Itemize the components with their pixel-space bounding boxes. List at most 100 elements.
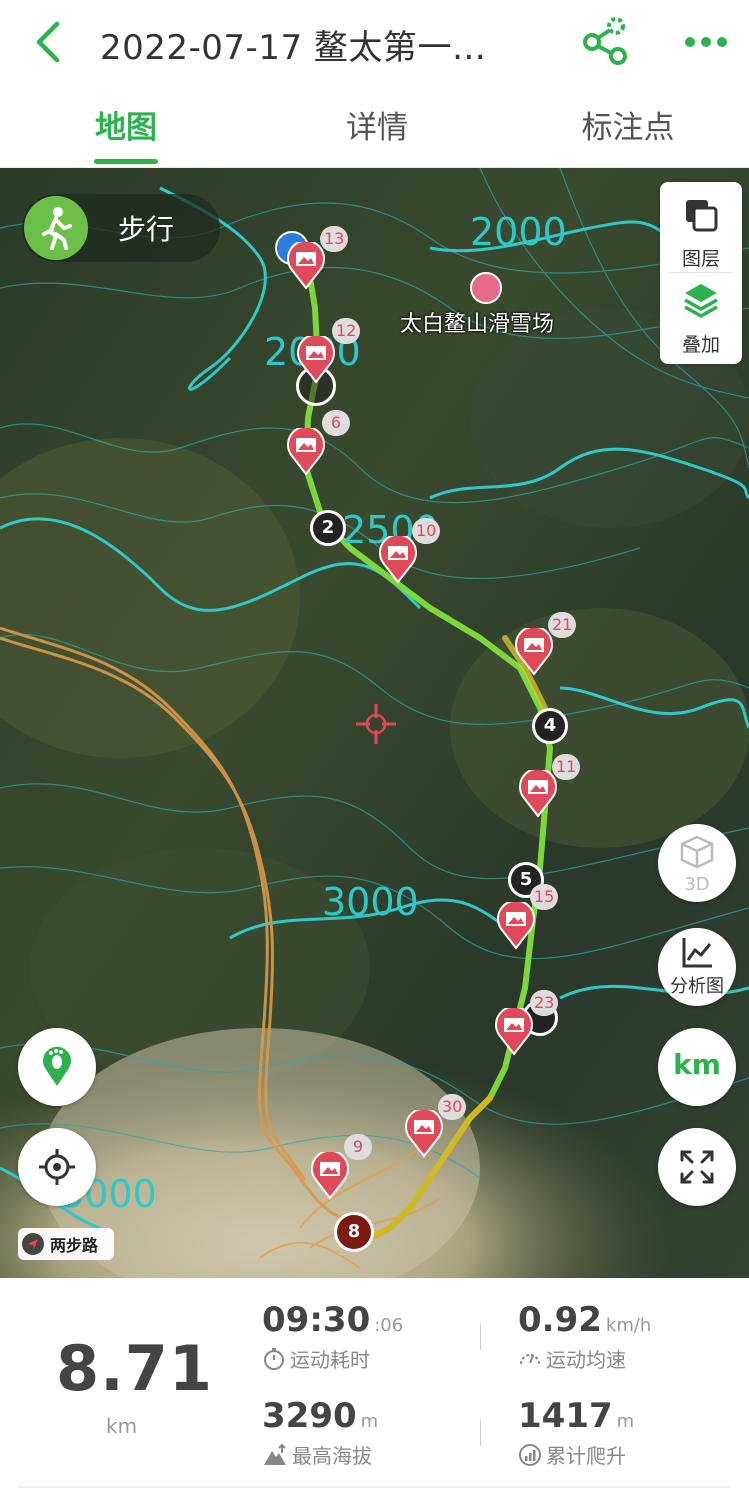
divider [480,1420,481,1446]
mountain-peak-icon [264,1443,286,1465]
duration-value: 09:30 [262,1300,371,1340]
end-km-marker[interactable]: 8 [334,1212,374,1252]
analysis-chart-button[interactable]: 分析图 [658,928,736,1006]
locate-me-button[interactable] [18,1128,96,1206]
3d-label: 3D [684,874,710,895]
activity-mode-label: 步行 [118,213,175,246]
photo-marker[interactable] [378,533,418,584]
footprint-pin-icon [43,1046,71,1086]
footprint-button[interactable] [18,1028,96,1106]
max-altitude-value: 3290 [262,1396,357,1436]
tab-markers[interactable]: 标注点 [528,88,728,168]
walking-person-icon [24,196,88,260]
total-climb-unit: m [616,1411,635,1432]
tab-details[interactable]: 详情 [277,88,477,168]
poi-label[interactable]: 太白鳌山滑雪场 [400,306,554,338]
total-climb-stat: 1417 m 累计爬升 [518,1396,634,1469]
back-button[interactable] [26,18,70,66]
total-distance-unit: km [106,1414,138,1438]
photo-count-badge: 13 [320,226,349,252]
ski-resort-icon[interactable] [470,272,502,304]
max-altitude-stat: 3290 m 最高海拔 [262,1396,378,1469]
map-center-crosshair-icon [356,704,396,744]
map-view[interactable]: 步行 图层 叠加 2000 2000 2500 3000 3000 太白鳌山滑雪… [0,168,749,1278]
photo-count-badge: 15 [530,884,559,910]
photo-pin-icon [311,1149,349,1200]
photo-count-badge: 12 [332,318,361,344]
fullscreen-button[interactable] [658,1128,736,1206]
photo-marker[interactable] [286,425,326,476]
tab-bar: 地图 详情 标注点 [0,88,749,168]
total-climb-label: 累计爬升 [546,1444,626,1468]
photo-pin-icon [297,333,335,384]
photo-marker[interactable] [310,1149,350,1200]
page-title: 2022-07-17 鳌太第一… [100,28,487,68]
photo-marker[interactable] [286,239,326,290]
share-icon [583,17,627,65]
speed-label: 运动均速 [546,1348,626,1372]
share-button[interactable] [578,14,634,70]
photo-marker[interactable] [518,767,558,818]
divider [480,1324,481,1350]
photo-pin-icon [495,1005,533,1056]
photo-count-badge: 10 [412,518,441,544]
contour-label: 2000 [470,210,567,254]
stopwatch-icon [264,1347,284,1370]
analysis-label: 分析图 [670,976,724,997]
photo-marker[interactable] [296,333,336,384]
photo-marker[interactable] [494,1005,534,1056]
km-marker[interactable]: 2 [310,510,346,546]
overlay-button[interactable]: 叠加 [660,274,742,358]
photo-count-badge: 11 [552,754,581,780]
layer-panel: 图层 叠加 [660,182,742,364]
duration-label: 运动耗时 [290,1348,370,1372]
photo-pin-icon [379,533,417,584]
speed-value: 0.92 [518,1300,602,1340]
crosshair-locate-icon [39,1149,75,1185]
photo-pin-icon [287,239,325,290]
photo-count-badge: 9 [344,1134,372,1160]
overlay-label: 叠加 [681,334,720,356]
photo-pin-icon [497,899,535,950]
stats-panel: 8.71 km 09:30:06 运动耗时 0.92 km/h 运动均速 3290… [0,1278,749,1500]
speedometer-icon [520,1353,540,1364]
km-marker[interactable]: 4 [532,708,568,744]
max-altitude-unit: m [360,1411,379,1432]
active-tab-indicator [94,159,158,164]
photo-marker[interactable] [496,899,536,950]
layers-button[interactable]: 图层 [660,188,742,272]
speed-unit: km/h [605,1315,652,1336]
brand-watermark: 两步路 [18,1228,114,1260]
duration-seconds: :06 [374,1315,404,1336]
top-bar: 2022-07-17 鳌太第一… [0,0,749,88]
brand-label: 两步路 [50,1236,99,1255]
activity-mode-chip[interactable]: 步行 [22,194,220,262]
photo-marker[interactable] [514,625,554,676]
contour-label: 3000 [322,880,419,924]
tab-map[interactable]: 地图 [26,88,226,168]
stack-overlay-icon [684,284,718,318]
bottom-divider [18,1486,730,1488]
more-button[interactable] [682,28,730,56]
photo-pin-icon [287,425,325,476]
unit-toggle-button[interactable]: km [658,1028,736,1106]
speed-stat: 0.92 km/h 运动均速 [518,1300,651,1373]
photo-count-badge: 23 [530,990,559,1016]
photo-count-badge: 6 [322,410,350,436]
duration-stat: 09:30:06 运动耗时 [262,1300,403,1373]
total-climb-value: 1417 [518,1396,613,1436]
photo-pin-icon [515,625,553,676]
brand-logo-icon [22,1233,44,1255]
layers-icon [686,200,718,232]
back-chevron-icon [36,21,60,63]
total-distance-value: 8.71 [56,1332,213,1405]
max-altitude-label: 最高海拔 [292,1444,372,1468]
climb-chart-icon [519,1443,541,1466]
layer-divider [670,272,732,273]
photo-count-badge: 21 [548,612,577,638]
line-chart-icon [682,938,712,968]
3d-view-button[interactable]: 3D [658,824,736,902]
photo-marker[interactable] [404,1107,444,1158]
photo-pin-icon [519,767,557,818]
photo-count-badge: 30 [438,1094,467,1120]
